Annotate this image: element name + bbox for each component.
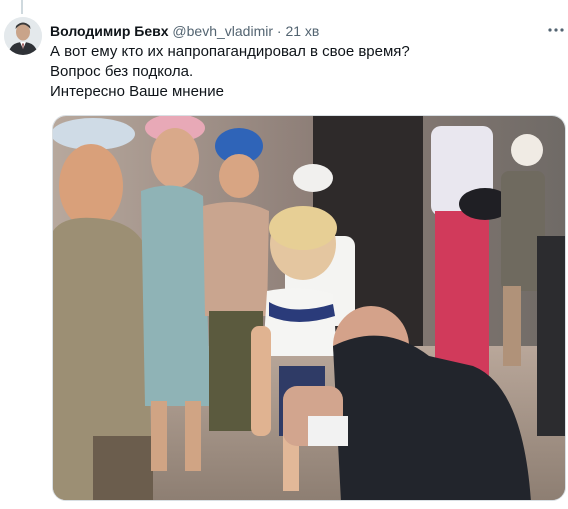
tweet-text-line: А вот ему кто их напропагандировал в сво…: [50, 43, 410, 60]
photo-image: [53, 116, 565, 500]
avatar-portrait-icon: [4, 17, 42, 55]
tweet-text-line: Вопрос без подкола.: [50, 63, 194, 80]
author-display-name[interactable]: Володимир Бевх: [50, 23, 169, 39]
more-options-button[interactable]: [546, 20, 566, 40]
tweet-media-photo[interactable]: [52, 115, 566, 501]
header-separator: ·: [276, 23, 282, 39]
author-handle[interactable]: @bevh_vladimir: [172, 23, 273, 39]
more-horizontal-icon: [548, 28, 564, 32]
tweet-timestamp[interactable]: 21 хв: [285, 23, 319, 39]
tweet-header: Володимир Бевх @bevh_vladimir · 21 хв: [50, 22, 532, 40]
tweet[interactable]: Володимир Бевх @bevh_vladimir · 21 хв А …: [0, 0, 568, 509]
tweet-text-line: Интересно Ваше мнение: [50, 83, 224, 100]
avatar[interactable]: [4, 17, 42, 55]
tweet-text: А вот ему кто их напропагандировал в сво…: [50, 42, 558, 102]
